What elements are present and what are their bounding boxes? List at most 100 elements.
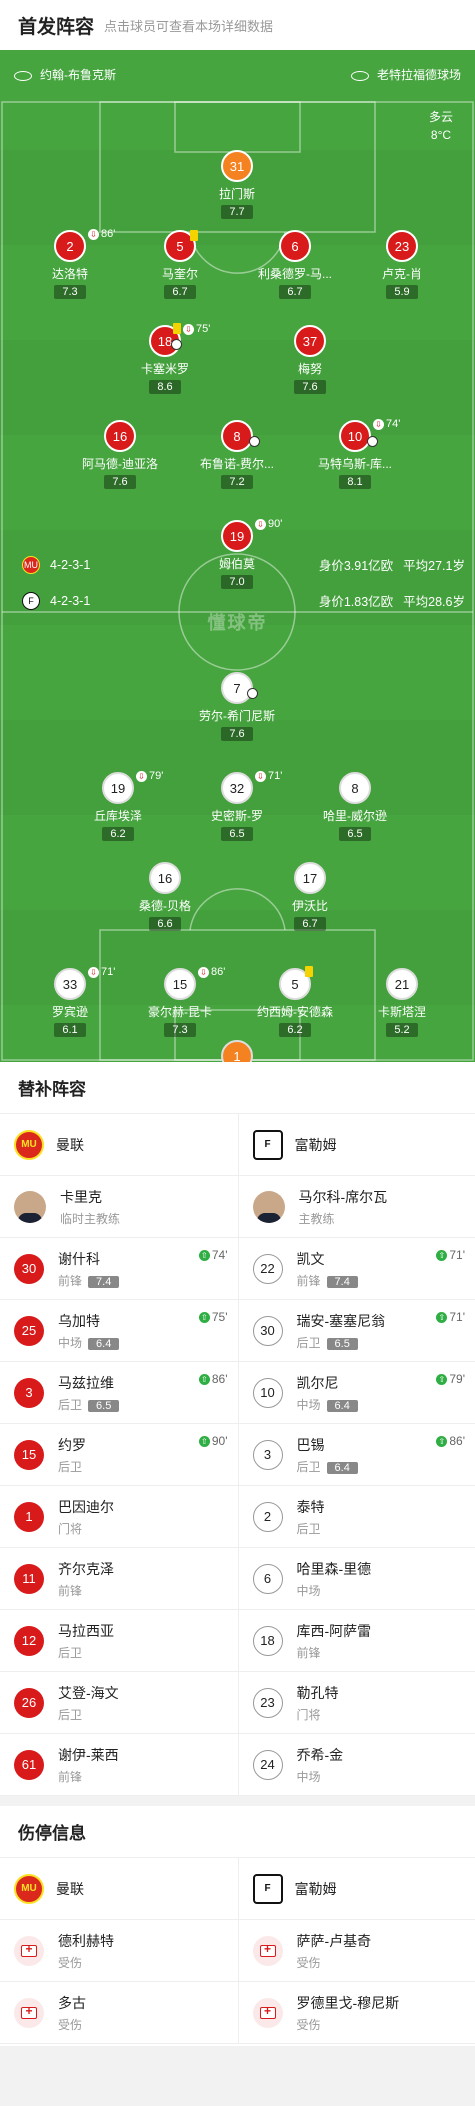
substitution-event: ⇩ 90' <box>255 518 282 530</box>
injury-row[interactable]: 多古受伤 <box>0 1982 238 2044</box>
man-utd-badge-icon: MU <box>22 555 40 574</box>
sub-on-icon: ⇧ <box>198 1374 210 1386</box>
player-position: 后卫 <box>296 1521 321 1536</box>
player-name: 巴因迪尔 <box>58 1498 114 1515</box>
pitch-player[interactable]: 15 豪尔赫-昆卡 7.3 ⇩ 86' <box>130 966 230 1038</box>
substitution-event: ⇩ 86' <box>198 966 225 978</box>
sub-player-row[interactable]: 61 谢伊-莱西 前锋 <box>0 1734 238 1796</box>
player-rating: 6.7 <box>164 285 196 299</box>
sub-player-row[interactable]: 11 齐尔克泽 前锋 <box>0 1548 238 1610</box>
sub-on-icon: ⇧ <box>436 1374 448 1386</box>
player-number: 7 <box>221 672 253 704</box>
pitch-player[interactable]: 19 丘库埃泽 6.2 ⇩ 79' <box>68 770 168 842</box>
pitch-player[interactable]: 6 利桑德罗-马... 6.7 <box>245 230 345 300</box>
sub-on-icon: ⇧ <box>198 1436 210 1448</box>
injury-away-team[interactable]: F 富勒姆 <box>238 1858 475 1920</box>
sub-player-row[interactable]: 3 巴锡 后卫 6.4 ⇧ 86' <box>238 1424 475 1486</box>
injury-row[interactable]: 德利赫特受伤 <box>0 1920 238 1982</box>
player-rating: 5.2 <box>386 1023 418 1037</box>
coach-name: 马尔科-席尔瓦 <box>298 1188 388 1205</box>
pitch-player[interactable]: 37 梅努 7.6 <box>260 325 360 395</box>
sub-player-row[interactable]: 30 瑞安-塞塞尼翁 后卫 6.5 ⇧ 71' <box>238 1300 475 1362</box>
sub-player-row[interactable]: 18 库西-阿萨雷 前锋 <box>238 1610 475 1672</box>
player-name: 卡斯塔涅 <box>377 1005 426 1019</box>
player-number: 18 <box>252 1625 283 1656</box>
pitch-player[interactable]: 5 马奎尔 6.7 <box>130 230 230 300</box>
subs-columns: MU 曼联 卡里克 临时主教练 30 谢什科 前锋 7.4 ⇧ 74' 25 乌加特 中场 6.4… <box>0 1114 475 1796</box>
sub-player-row[interactable]: 22 凯文 前锋 7.4 ⇧ 71' <box>238 1238 475 1300</box>
player-number: 30 <box>252 1315 283 1346</box>
fulham-logo-icon: F <box>252 1873 283 1904</box>
player-name: 卢克-肖 <box>382 267 422 281</box>
sub-player-row[interactable]: 23 勒孔特 门将 <box>238 1672 475 1734</box>
injury-away-column: F 富勒姆 萨萨-卢基奇受伤罗德里戈-穆尼斯受伤 <box>237 1858 475 2044</box>
player-name: 梅努 <box>297 362 322 376</box>
medical-kit-icon <box>252 1935 283 1966</box>
stadium-icon <box>350 70 369 81</box>
home-coach[interactable]: 卡里克 临时主教练 <box>0 1176 238 1238</box>
sub-on-event: ⇧ 86' <box>198 1372 228 1386</box>
pitch-player[interactable]: 10 马特乌斯-库... 8.1 ⇩ 74' <box>305 418 405 490</box>
pitch-player[interactable]: 21 卡斯塔涅 5.2 <box>352 968 452 1038</box>
sub-player-row[interactable]: 6 哈里森-里德 中场 <box>238 1548 475 1610</box>
player-position: 前锋 <box>58 1769 83 1784</box>
sub-player-row[interactable]: 1 巴因迪尔 门将 <box>0 1486 238 1548</box>
pitch-player[interactable]: 16 桑德-贝格 6.6 <box>115 862 215 932</box>
pitch-player[interactable]: 1莱诺7.3 <box>187 1040 287 1062</box>
player-number: 16 <box>104 420 136 452</box>
pitch-player[interactable]: 2 达洛特 7.3 ⇩ 86' <box>20 228 120 300</box>
injury-columns: MU 曼联 德利赫特受伤多古受伤 F 富勒姆 萨萨-卢基奇受伤罗德里戈-穆尼斯受… <box>0 1858 475 2044</box>
pitch-player[interactable]: 16 阿马德-迪亚洛 7.6 <box>70 420 170 490</box>
pitch-player[interactable]: 8 哈里-威尔逊 6.5 <box>305 772 405 842</box>
sub-on-event: ⇧ 79' <box>436 1372 465 1386</box>
sub-player-row[interactable]: 15 约罗 后卫 ⇧ 90' <box>0 1424 238 1486</box>
player-number: 10 <box>339 420 371 452</box>
player-position: 前锋 <box>296 1273 321 1288</box>
player-position: 中场 <box>296 1397 321 1412</box>
sub-player-row[interactable]: 25 乌加特 中场 6.4 ⇧ 75' <box>0 1300 238 1362</box>
sub-player-row[interactable]: 24 乔希-金 中场 <box>238 1734 475 1796</box>
player-rating: 6.4 <box>326 1399 358 1412</box>
player-number: 24 <box>252 1749 283 1780</box>
injury-status: 受伤 <box>58 1955 83 1970</box>
whistle-icon <box>14 70 32 81</box>
player-rating: 8.1 <box>339 475 371 489</box>
sub-on-event: ⇧ 71' <box>436 1310 465 1324</box>
subs-home-team[interactable]: MU 曼联 <box>0 1114 238 1176</box>
pitch-player[interactable]: 23 卢克-肖 5.9 <box>352 230 452 300</box>
injury-home-team[interactable]: MU 曼联 <box>0 1858 238 1920</box>
player-name: 凯文 <box>296 1250 325 1267</box>
sub-player-row[interactable]: 26 艾登-海文 后卫 <box>0 1672 238 1734</box>
yellow-card-icon <box>190 230 198 241</box>
sub-player-row[interactable]: 2 泰特 后卫 <box>238 1486 475 1548</box>
sub-player-row[interactable]: 30 谢什科 前锋 7.4 ⇧ 74' <box>0 1238 238 1300</box>
sub-player-row[interactable]: 12 马拉西亚 后卫 <box>0 1610 238 1672</box>
man-utd-logo-icon: MU <box>14 1129 44 1160</box>
pitch-player[interactable]: 31 拉门斯 7.7 <box>187 150 287 220</box>
pitch-player[interactable]: 17 伊沃比 6.7 <box>260 862 360 932</box>
player-name: 凯尔尼 <box>296 1374 339 1391</box>
player-position: 中场 <box>296 1583 321 1598</box>
injury-row[interactable]: 罗德里戈-穆尼斯受伤 <box>238 1982 475 2044</box>
pitch-player[interactable]: 7 劳尔-希门尼斯 7.6 <box>187 672 287 742</box>
pitch-player[interactable]: 8 布鲁诺-费尔... 7.2 <box>187 420 287 490</box>
pitch-player[interactable]: 32 史密斯-罗 6.5 ⇩ 71' <box>187 770 287 842</box>
player-number: 19 <box>221 520 253 552</box>
injury-row[interactable]: 萨萨-卢基奇受伤 <box>238 1920 475 1982</box>
sub-on-icon: ⇧ <box>198 1250 210 1262</box>
injury-title: 伤停信息 <box>0 1796 475 1858</box>
subs-away-team[interactable]: F 富勒姆 <box>238 1114 475 1176</box>
away-coach[interactable]: 马尔科-席尔瓦 主教练 <box>238 1176 475 1238</box>
pitch-player[interactable]: 18 卡塞米罗 8.6 ⇩ 75' <box>115 323 215 395</box>
pitch-player[interactable]: 33 罗宾逊 6.1 ⇩ 71' <box>20 966 120 1038</box>
player-number: 32 <box>221 772 253 804</box>
coach-avatar <box>14 1190 46 1223</box>
coach-role: 主教练 <box>298 1211 335 1226</box>
sub-player-row[interactable]: 10 凯尔尼 中场 6.4 ⇧ 79' <box>238 1362 475 1424</box>
sub-player-row[interactable]: 3 马兹拉维 后卫 6.5 ⇧ 86' <box>0 1362 238 1424</box>
coach-avatar <box>252 1190 285 1223</box>
sub-off-icon: ⇩ <box>136 770 147 782</box>
player-rating: 7.3 <box>54 285 86 299</box>
player-number: 23 <box>386 230 418 262</box>
pitch-player[interactable]: 5 约西姆-安德森 6.2 <box>245 966 345 1038</box>
